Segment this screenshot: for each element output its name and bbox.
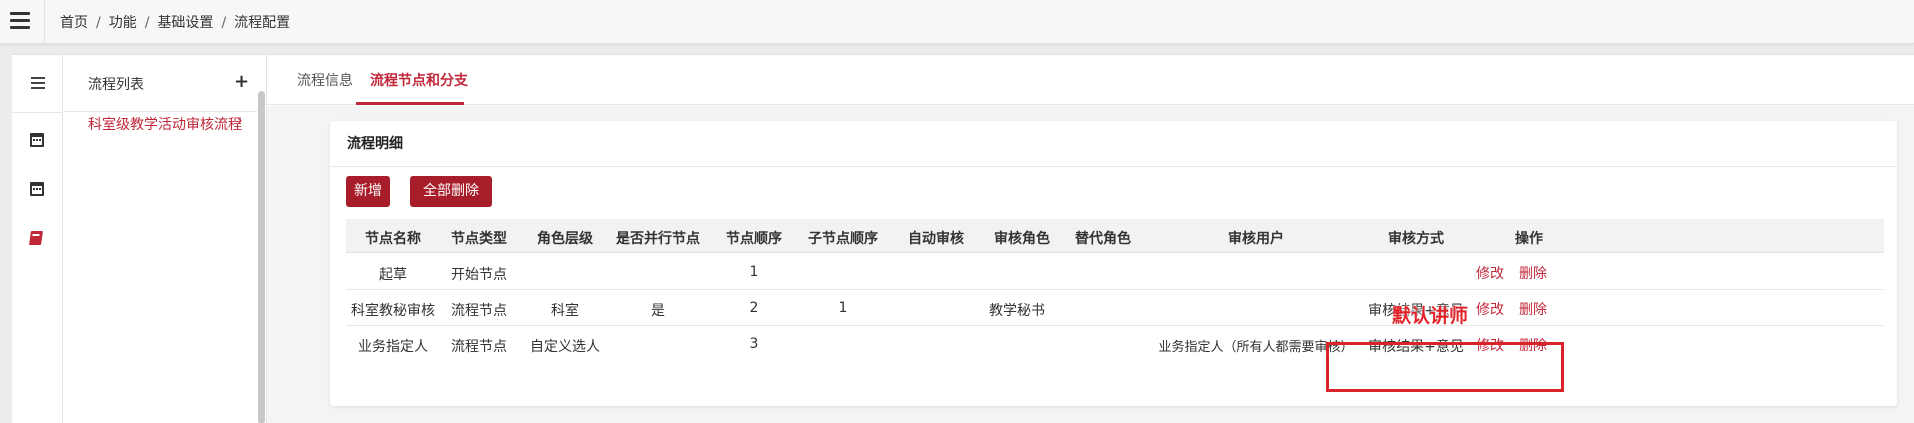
table-header: 节点名称 节点类型 角色层级 是否并行节点 节点顺序 子节点顺序 自动审核 审核… — [346, 219, 1884, 253]
table-row: 起草 开始节点 1 修改 删除 — [346, 254, 1884, 290]
table-row: 业务指定人 流程节点 自定义选人 3 业务指定人（所有人都需要审核） 审核结果+… — [346, 326, 1884, 362]
flow-list-item[interactable]: 科室级教学活动审核流程 — [88, 114, 242, 134]
collapse-menu-icon[interactable] — [31, 77, 45, 92]
col-node-name: 节点名称 — [365, 231, 421, 247]
cell-parallel: 是 — [651, 303, 665, 319]
cell-node-type: 开始节点 — [451, 267, 507, 283]
active-tab-indicator — [356, 102, 464, 105]
add-button[interactable]: 新增 — [346, 176, 390, 207]
calendar-icon[interactable] — [30, 133, 44, 147]
tab-flow-nodes[interactable]: 流程节点和分支 — [370, 70, 468, 90]
cell-order: 2 — [749, 300, 759, 316]
flow-list-header: 流程列表 + — [64, 55, 257, 112]
divider — [44, 0, 45, 44]
cell-node-name: 起草 — [379, 267, 407, 283]
breadcrumb-basic-settings[interactable]: 基础设置 — [157, 15, 213, 31]
top-bar: 首页 / 功能 / 基础设置 / 流程配置 — [0, 0, 1914, 44]
col-sub-order: 子节点顺序 — [808, 231, 878, 247]
book-icon[interactable] — [29, 231, 43, 245]
cell-node-type: 流程节点 — [451, 303, 507, 319]
divider — [330, 166, 1897, 167]
cell-review-role: 教学秘书 — [989, 303, 1045, 319]
cell-role-level: 科室 — [551, 303, 579, 319]
breadcrumb-flow-config: 流程配置 — [234, 15, 291, 31]
table-row: 科室教秘审核 流程节点 科室 是 2 1 教学秘书 审核结果+意见 修改 删除 — [346, 290, 1884, 326]
breadcrumb-home[interactable]: 首页 — [60, 15, 88, 31]
add-flow-icon[interactable]: + — [234, 73, 249, 91]
col-parallel: 是否并行节点 — [616, 231, 700, 247]
col-order: 节点顺序 — [726, 231, 782, 247]
hamburger-menu-icon[interactable] — [10, 12, 32, 32]
breadcrumb-function[interactable]: 功能 — [109, 15, 137, 31]
scrollbar[interactable] — [258, 91, 265, 423]
flow-list-title: 流程列表 — [88, 77, 144, 93]
col-node-type: 节点类型 — [451, 231, 507, 247]
annotation-label: 默认讲师 — [1392, 305, 1469, 327]
edit-link[interactable]: 修改 — [1476, 263, 1504, 283]
delete-link[interactable]: 删除 — [1519, 263, 1547, 283]
calendar-icon[interactable] — [30, 182, 44, 196]
cell-node-name: 科室教秘审核 — [351, 303, 435, 319]
cell-order: 1 — [749, 264, 759, 280]
flow-list-panel: 流程列表 + 科室级教学活动审核流程 › — [64, 55, 257, 423]
cell-role-level: 自定义选人 — [530, 339, 600, 355]
annotation-highlight-box — [1326, 342, 1564, 392]
chevron-right-icon: › — [237, 113, 243, 129]
edit-link[interactable]: 修改 — [1476, 299, 1504, 319]
delete-all-button[interactable]: 全部删除 — [410, 176, 492, 207]
col-actions: 操作 — [1515, 231, 1543, 247]
col-review-role: 审核角色 — [994, 231, 1050, 247]
divider — [12, 112, 63, 113]
delete-link[interactable]: 删除 — [1519, 299, 1547, 319]
cell-node-type: 流程节点 — [451, 339, 507, 355]
cell-sub-order: 1 — [838, 300, 848, 316]
icon-rail — [12, 55, 63, 423]
col-role-level: 角色层级 — [537, 231, 593, 247]
col-review-user: 审核用户 — [1228, 231, 1284, 247]
tab-bar: 流程信息 流程节点和分支 — [267, 55, 1914, 105]
cell-order: 3 — [749, 336, 759, 352]
col-auto-review: 自动审核 — [908, 231, 964, 247]
cell-node-name: 业务指定人 — [358, 339, 428, 355]
tab-flow-info[interactable]: 流程信息 — [297, 70, 353, 90]
col-review-method: 审核方式 — [1388, 231, 1444, 247]
card-title: 流程明细 — [347, 136, 403, 152]
breadcrumb: 首页 / 功能 / 基础设置 / 流程配置 — [60, 15, 291, 31]
col-alt-role: 替代角色 — [1075, 231, 1131, 247]
flow-detail-card: 流程明细 新增 全部删除 节点名称 节点类型 角色层级 是否并行节点 节点顺序 … — [330, 121, 1897, 406]
